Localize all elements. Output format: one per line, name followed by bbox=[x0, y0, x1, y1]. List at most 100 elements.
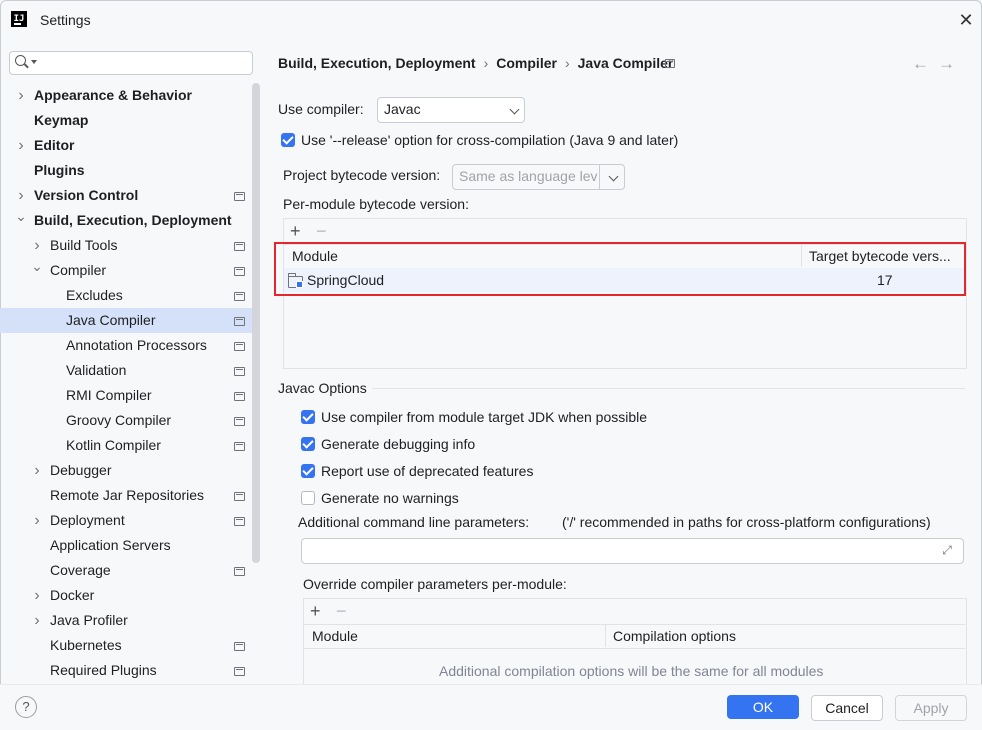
sidebar-item-groovy-compiler[interactable]: Groovy Compiler bbox=[0, 408, 260, 433]
breadcrumb-item-build[interactable]: Build, Execution, Deployment bbox=[278, 55, 476, 71]
chevron-down-icon[interactable]: ⌄ bbox=[31, 254, 43, 279]
chevron-right-icon[interactable]: › bbox=[31, 608, 43, 633]
project-level-icon bbox=[234, 642, 245, 651]
sidebar-item-build-execution-deployment[interactable]: ⌄ Build, Execution, Deployment bbox=[0, 208, 260, 233]
sidebar-item-label: Remote Jar Repositories bbox=[50, 487, 205, 503]
combo-divider bbox=[599, 165, 600, 189]
breadcrumb-item-compiler[interactable]: Compiler bbox=[496, 55, 557, 71]
intellij-logo-icon: IJ bbox=[11, 11, 27, 27]
add-module-button[interactable]: + bbox=[290, 222, 301, 240]
chevron-down-icon bbox=[509, 104, 520, 115]
use-compiler-label: Use compiler: bbox=[278, 101, 364, 117]
title-bar: IJ Settings ✕ bbox=[0, 0, 982, 40]
debug-info-label: Generate debugging info bbox=[321, 436, 476, 452]
sidebar-item-label: Validation bbox=[66, 362, 127, 378]
sidebar-item-required-plugins[interactable]: Required Plugins bbox=[0, 658, 260, 683]
project-bytecode-value: Same as language level bbox=[459, 168, 597, 184]
sidebar-item-annotation-processors[interactable]: Annotation Processors bbox=[0, 333, 260, 358]
sidebar-item-label: Build Tools bbox=[50, 237, 118, 253]
sidebar-item-kotlin-compiler[interactable]: Kotlin Compiler bbox=[0, 433, 260, 458]
additional-params-label: Additional command line parameters: bbox=[298, 514, 530, 530]
sidebar-item-coverage[interactable]: Coverage bbox=[0, 558, 260, 583]
sidebar-item-application-servers[interactable]: Application Servers bbox=[0, 533, 260, 558]
sidebar-item-label: Version Control bbox=[34, 187, 139, 203]
table-header-divider bbox=[304, 648, 965, 649]
search-input[interactable] bbox=[9, 51, 253, 75]
sidebar-item-debugger[interactable]: › Debugger bbox=[0, 458, 260, 483]
sidebar-item-label: Application Servers bbox=[50, 537, 171, 553]
project-level-icon bbox=[234, 442, 245, 451]
chevron-right-icon[interactable]: › bbox=[31, 508, 43, 533]
use-compiler-value: Javac bbox=[384, 101, 421, 117]
remove-override-button[interactable]: − bbox=[336, 602, 347, 620]
project-level-icon bbox=[234, 317, 245, 326]
use-compiler-select[interactable]: Javac bbox=[377, 97, 525, 123]
sidebar-item-editor[interactable]: › Editor bbox=[0, 133, 260, 158]
add-override-button[interactable]: + bbox=[310, 602, 321, 620]
project-level-icon bbox=[665, 59, 675, 68]
expand-icon[interactable]: ⤢ bbox=[940, 543, 954, 557]
project-level-icon bbox=[234, 242, 245, 251]
chevron-right-icon[interactable]: › bbox=[15, 133, 27, 158]
no-warnings-checkbox[interactable] bbox=[301, 491, 315, 505]
back-arrow-icon[interactable]: ← bbox=[912, 54, 929, 74]
sidebar-scrollbar-thumb[interactable] bbox=[252, 83, 260, 563]
use-module-jdk-label: Use compiler from module target JDK when… bbox=[321, 409, 648, 425]
sidebar-item-compiler[interactable]: ⌄ Compiler bbox=[0, 258, 260, 283]
chevron-down-icon bbox=[608, 171, 619, 182]
sidebar-item-version-control[interactable]: › Version Control bbox=[0, 183, 260, 208]
compilation-options-column-header[interactable]: Compilation options bbox=[613, 628, 736, 644]
sidebar-item-deployment[interactable]: › Deployment bbox=[0, 508, 260, 533]
use-module-jdk-checkbox[interactable] bbox=[301, 410, 315, 424]
release-option-checkbox[interactable] bbox=[281, 133, 295, 147]
sidebar-item-label: Coverage bbox=[50, 562, 111, 578]
sidebar-item-excludes[interactable]: Excludes bbox=[0, 283, 260, 308]
project-bytecode-select[interactable]: Same as language level bbox=[452, 164, 625, 190]
deprecated-checkbox[interactable] bbox=[301, 464, 315, 478]
chevron-right-icon[interactable]: › bbox=[31, 583, 43, 608]
search-options-caret-icon[interactable] bbox=[31, 60, 37, 64]
project-level-icon bbox=[234, 492, 245, 501]
project-level-icon bbox=[234, 392, 245, 401]
sidebar-item-java-profiler[interactable]: › Java Profiler bbox=[0, 608, 260, 633]
help-icon[interactable]: ? bbox=[15, 696, 37, 718]
sidebar-item-label: Compiler bbox=[50, 262, 107, 278]
ok-button[interactable]: OK bbox=[727, 695, 799, 719]
release-option-label: Use '--release' option for cross-compila… bbox=[301, 132, 679, 148]
column-separator[interactable] bbox=[605, 625, 606, 647]
sidebar-item-validation[interactable]: Validation bbox=[0, 358, 260, 383]
chevron-down-icon[interactable]: ⌄ bbox=[15, 204, 27, 229]
close-icon[interactable]: ✕ bbox=[956, 10, 976, 30]
table-toolbar-divider bbox=[304, 624, 965, 625]
sidebar-item-label: Annotation Processors bbox=[66, 337, 207, 353]
sidebar-item-plugins[interactable]: Plugins bbox=[0, 158, 260, 183]
forward-arrow-icon[interactable]: → bbox=[938, 54, 955, 74]
sidebar-item-label: Keymap bbox=[34, 112, 89, 128]
sidebar-item-label: Kotlin Compiler bbox=[66, 437, 161, 453]
sidebar-item-rmi-compiler[interactable]: RMI Compiler bbox=[0, 383, 260, 408]
sidebar-item-java-compiler[interactable]: Java Compiler bbox=[0, 308, 260, 333]
project-level-icon bbox=[234, 367, 245, 376]
sidebar-item-label: Java Compiler bbox=[66, 312, 156, 328]
sidebar-item-remote-jar-repositories[interactable]: Remote Jar Repositories bbox=[0, 483, 260, 508]
chevron-right-icon[interactable]: › bbox=[31, 458, 43, 483]
sidebar-item-label: Groovy Compiler bbox=[66, 412, 172, 428]
sidebar-item-appearance-behavior[interactable]: › Appearance & Behavior bbox=[0, 83, 260, 108]
project-level-icon bbox=[234, 517, 245, 526]
sidebar-item-docker[interactable]: › Docker bbox=[0, 583, 260, 608]
override-module-column-header[interactable]: Module bbox=[312, 628, 358, 644]
project-level-icon bbox=[234, 267, 245, 276]
sidebar-item-label: Excludes bbox=[66, 287, 123, 303]
remove-module-button[interactable]: − bbox=[316, 222, 327, 240]
sidebar-item-label: Debugger bbox=[50, 462, 112, 478]
sidebar-item-label: Editor bbox=[34, 137, 75, 153]
sidebar-item-keymap[interactable]: Keymap bbox=[0, 108, 260, 133]
sidebar-item-label: Build, Execution, Deployment bbox=[34, 212, 232, 228]
apply-button[interactable]: Apply bbox=[895, 695, 967, 721]
debug-info-checkbox[interactable] bbox=[301, 437, 315, 451]
additional-params-input[interactable] bbox=[301, 538, 964, 564]
chevron-right-icon[interactable]: › bbox=[15, 83, 27, 108]
sidebar-item-kubernetes[interactable]: Kubernetes bbox=[0, 633, 260, 658]
cancel-button[interactable]: Cancel bbox=[811, 695, 883, 721]
sidebar-item-label: Appearance & Behavior bbox=[34, 87, 192, 103]
